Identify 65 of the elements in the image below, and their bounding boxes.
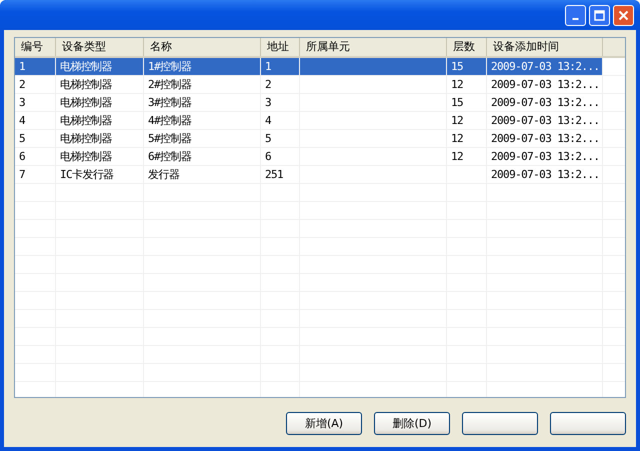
table-cell: 5: [261, 130, 300, 147]
column-header[interactable]: 设备类型: [56, 38, 144, 56]
table-cell: 5#控制器: [144, 130, 261, 147]
table-cell: 12: [447, 130, 487, 147]
table-cell: 5: [15, 130, 56, 147]
table-row[interactable]: 5 电梯控制器 5#控制器 5 12 2009-07-03 13:2...: [15, 130, 625, 148]
dialog-button[interactable]: 新增(A): [286, 412, 362, 435]
table-row[interactable]: 4 电梯控制器 4#控制器 4 12 2009-07-03 13:2...: [15, 112, 625, 130]
column-header[interactable]: 设备添加时间: [487, 38, 603, 56]
table-row[interactable]: 1 电梯控制器 1#控制器 1 15 2009-07-03 13:2...: [15, 58, 625, 76]
table-cell: 1#控制器: [144, 58, 261, 75]
table-cell: 2009-07-03 13:2...: [487, 130, 603, 147]
table-cell: 7: [15, 166, 56, 183]
table-cell: 2009-07-03 13:2...: [487, 76, 603, 93]
table-cell: 电梯控制器: [56, 76, 144, 93]
table-cell: 2009-07-03 13:2...: [487, 166, 603, 183]
table-cell: 2009-07-03 13:2...: [487, 148, 603, 165]
table-cell: 4#控制器: [144, 112, 261, 129]
table-cell: 12: [447, 112, 487, 129]
table-cell: 发行器: [144, 166, 261, 183]
table-cell: 2009-07-03 13:2...: [487, 94, 603, 111]
dialog-button[interactable]: [462, 412, 538, 435]
table-cell: 3: [261, 94, 300, 111]
minimize-icon: [572, 18, 579, 20]
column-header[interactable]: 地址: [261, 38, 300, 56]
table-cell: 6: [15, 148, 56, 165]
table-cell: 6: [261, 148, 300, 165]
table-cell: 电梯控制器: [56, 148, 144, 165]
close-button[interactable]: [613, 4, 634, 26]
table-cell: 电梯控制器: [56, 130, 144, 147]
table-cell: 3: [15, 94, 56, 111]
table-row[interactable]: 6 电梯控制器 6#控制器 6 12 2009-07-03 13:2...: [15, 148, 625, 166]
table-row[interactable]: 2 电梯控制器 2#控制器 2 12 2009-07-03 13:2...: [15, 76, 625, 94]
table-cell: 15: [447, 94, 487, 111]
table-cell: 1: [261, 58, 300, 75]
table-cell: 2: [15, 76, 56, 93]
maximize-button[interactable]: [589, 4, 610, 26]
maximize-icon: [594, 10, 605, 20]
table-cell: 3#控制器: [144, 94, 261, 111]
table-cell: 电梯控制器: [56, 58, 144, 75]
table-cell: 12: [447, 148, 487, 165]
table-cell: IC卡发行器: [56, 166, 144, 183]
column-header[interactable]: 所属单元: [300, 38, 447, 56]
column-header[interactable]: 名称: [144, 38, 261, 56]
column-header[interactable]: 编号: [15, 38, 56, 56]
table-cell: 251: [261, 166, 300, 183]
column-header[interactable]: 层数: [447, 38, 487, 56]
table-cell: 12: [447, 76, 487, 93]
table-cell: 电梯控制器: [56, 112, 144, 129]
table-cell: 2009-07-03 13:2...: [487, 58, 603, 75]
table-row[interactable]: 3 电梯控制器 3#控制器 3 15 2009-07-03 13:2...: [15, 94, 625, 112]
minimize-button[interactable]: [565, 4, 586, 26]
table-cell: 2: [261, 76, 300, 93]
dialog-button[interactable]: [550, 412, 626, 435]
dialog-button[interactable]: 删除(D): [374, 412, 450, 435]
table-cell: 15: [447, 58, 487, 75]
table-cell: 6#控制器: [144, 148, 261, 165]
table-row[interactable]: 7 IC卡发行器 发行器 251 2009-07-03 13:2...: [15, 166, 625, 184]
table-cell: 2#控制器: [144, 76, 261, 93]
table-cell: 1: [15, 58, 56, 75]
close-icon: [618, 10, 629, 20]
table-cell: 电梯控制器: [56, 94, 144, 111]
table-cell: 4: [15, 112, 56, 129]
table-cell: 2009-07-03 13:2...: [487, 112, 603, 129]
table-cell: 4: [261, 112, 300, 129]
